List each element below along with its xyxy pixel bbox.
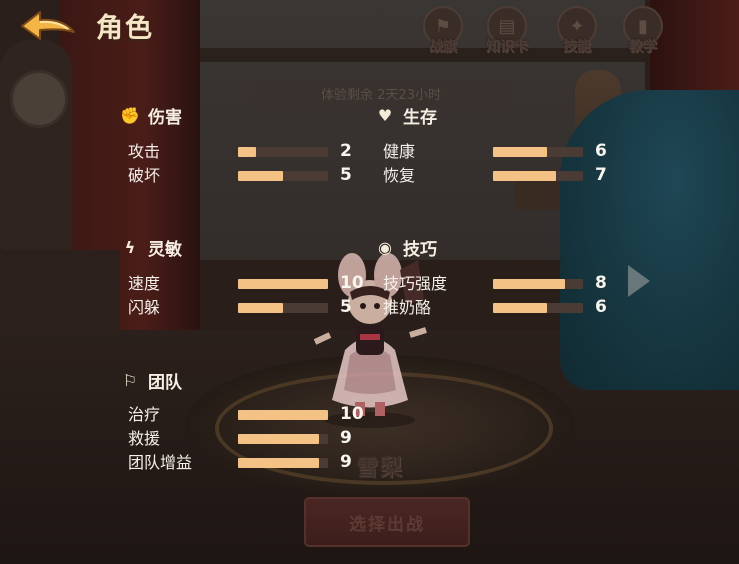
stat-bar-fill (238, 434, 319, 444)
stat-value: 6 (595, 297, 607, 317)
heart-plus-icon: ♥ (377, 105, 393, 125)
stat-section-damage: ✊ 伤害 攻击 2 破坏 5 (120, 102, 360, 190)
stat-row: 闪躲 5 (120, 297, 360, 322)
target-icon: ◉ (378, 237, 392, 257)
section-header: ϟ 灵敏 (120, 234, 360, 260)
stat-value: 6 (595, 141, 607, 161)
stat-bar-fill (238, 303, 283, 313)
stat-bar-fill (493, 147, 547, 157)
stat-row: 救援 9 (120, 428, 360, 453)
tab-label: 战旗 (429, 39, 457, 55)
flag-wave-icon: ⚐ (122, 370, 138, 390)
tab-flag[interactable]: ⚑ 战旗 (418, 6, 468, 62)
stat-bar (238, 434, 328, 444)
tab-knowledge-card[interactable]: ▤ 知识卡 (482, 6, 532, 62)
stat-bar-fill (238, 410, 328, 420)
stat-row: 健康 6 (375, 141, 615, 166)
stat-bar (238, 303, 328, 313)
stat-label: 治疗 (128, 405, 161, 424)
stat-label: 恢复 (383, 166, 416, 185)
fist-icon: ✊ (120, 105, 140, 125)
tab-label: 知识卡 (486, 39, 528, 55)
tab-label: 技能 (563, 39, 591, 55)
stat-row: 攻击 2 (120, 141, 360, 166)
stat-value: 10 (340, 404, 364, 424)
stat-value: 5 (340, 165, 352, 185)
section-header: ♥ 生存 (375, 102, 615, 128)
stat-row: 速度 10 (120, 273, 364, 298)
tab-tutorial[interactable]: ▮ 教学 (618, 6, 668, 62)
top-bar: 角色 ⚑ 战旗 ▤ 知识卡 ✦ 技能 ▮ 教学 (0, 0, 739, 60)
stat-bar-fill (493, 171, 556, 181)
stat-value: 7 (595, 165, 607, 185)
section-title: 团队 (148, 372, 182, 393)
tab-skill[interactable]: ✦ 技能 (552, 6, 602, 62)
character-name: 雪梨 (356, 456, 405, 481)
stat-row: 推奶酪 6 (375, 297, 615, 322)
section-title: 生存 (403, 107, 437, 128)
stat-section-skill: ◉ 技巧 技巧强度 8 推奶酪 6 (375, 234, 615, 322)
trial-remaining-text: 体验剩余 2天23小时 (321, 88, 441, 103)
stat-row: 团队增益 9 (120, 452, 360, 477)
stat-section-survival: ♥ 生存 健康 6 恢复 7 (375, 102, 615, 190)
stat-bar (493, 279, 583, 289)
next-arrow-icon[interactable] (628, 265, 650, 297)
stat-label: 破坏 (128, 166, 161, 185)
stat-label: 团队增益 (128, 453, 193, 472)
stat-bar-fill (493, 279, 565, 289)
stat-row: 恢复 7 (375, 165, 615, 190)
section-title: 灵敏 (148, 239, 182, 260)
grandfather-clock (0, 40, 72, 250)
page-title: 角色 (96, 13, 154, 44)
stat-bar (238, 147, 328, 157)
stat-bar-fill (238, 171, 283, 181)
stat-bar (493, 171, 583, 181)
stat-value: 2 (340, 141, 352, 161)
section-header: ◉ 技巧 (375, 234, 615, 260)
stat-bar-fill (238, 279, 328, 289)
section-title: 技巧 (403, 239, 437, 260)
back-arrow-icon (21, 11, 75, 40)
stat-label: 攻击 (128, 142, 161, 161)
lightning-icon: ϟ (124, 237, 136, 257)
stat-row: 技巧强度 8 (375, 273, 615, 298)
stat-label: 推奶酪 (383, 298, 432, 317)
stat-row: 治疗 10 (120, 404, 364, 429)
stat-section-team: ⚐ 团队 治疗 10 救援 9 团队增益 9 (120, 367, 364, 477)
stat-bar (238, 279, 328, 289)
stat-label: 技巧强度 (383, 274, 448, 293)
stat-label: 救援 (128, 429, 161, 448)
stat-bar (238, 458, 328, 468)
stat-label: 闪躲 (128, 298, 161, 317)
stat-bar-fill (238, 458, 319, 468)
stat-bar (238, 410, 328, 420)
select-battle-button[interactable]: 选择出战 (304, 497, 470, 547)
back-button[interactable] (18, 8, 78, 44)
select-battle-label: 选择出战 (349, 515, 425, 535)
stat-section-agility: ϟ 灵敏 速度 10 闪躲 5 (120, 234, 364, 322)
stat-value: 9 (340, 452, 352, 472)
section-header: ✊ 伤害 (120, 102, 360, 128)
stat-bar (238, 171, 328, 181)
stat-bar-fill (493, 303, 547, 313)
stat-bar-fill (238, 147, 256, 157)
section-title: 伤害 (148, 107, 182, 128)
stat-label: 速度 (128, 274, 161, 293)
stat-label: 健康 (383, 142, 416, 161)
stat-value: 10 (340, 273, 364, 293)
tab-label: 教学 (629, 39, 657, 55)
stat-value: 8 (595, 273, 607, 293)
section-header: ⚐ 团队 (120, 367, 360, 393)
stat-value: 5 (340, 297, 352, 317)
clock-face (10, 70, 68, 128)
stat-bar (493, 303, 583, 313)
stat-bar (493, 147, 583, 157)
stat-value: 9 (340, 428, 352, 448)
stat-row: 破坏 5 (120, 165, 360, 190)
